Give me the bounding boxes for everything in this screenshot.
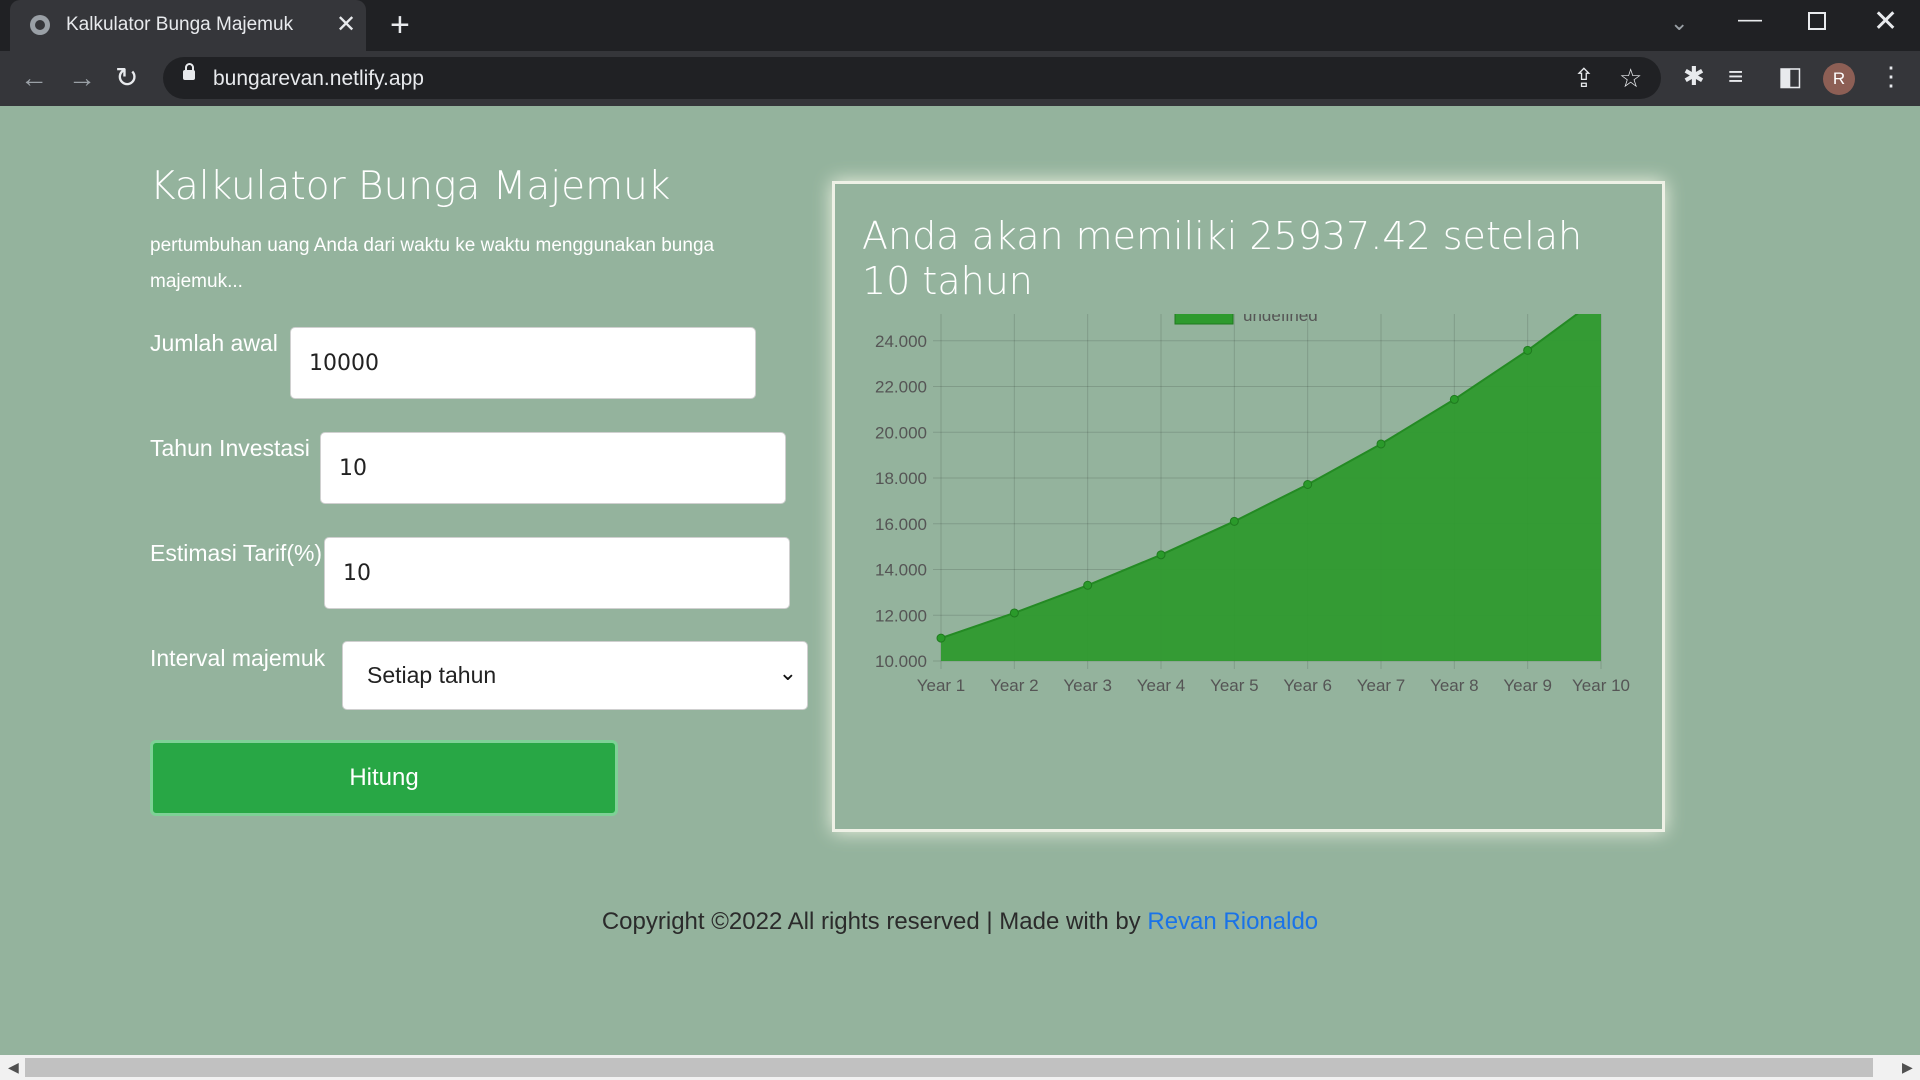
result-card: Anda akan memiliki 25937.42 setelah 10 t… — [832, 181, 1665, 832]
interval-selected-value: Setiap tahun — [367, 662, 497, 688]
rate-input[interactable]: 10 — [324, 537, 790, 609]
y-tick-label: 16.000 — [875, 515, 927, 534]
chevron-down-icon: ⌄ — [778, 660, 797, 685]
growth-chart: undefined26.00024.00022.00020.00018.0001… — [875, 314, 1630, 695]
rate-label: Estimasi Tarif(%) — [150, 540, 323, 566]
x-tick-label: Year 9 — [1503, 676, 1552, 695]
data-point — [1449, 394, 1459, 404]
x-tick-label: Year 8 — [1430, 676, 1479, 695]
star-icon[interactable]: ☆ — [1619, 63, 1642, 94]
horizontal-scrollbar[interactable]: ◀ ▶ — [0, 1055, 1920, 1080]
close-icon[interactable]: ✕ — [336, 10, 356, 40]
x-tick-label: Year 7 — [1357, 676, 1406, 695]
y-tick-label: 20.000 — [875, 423, 927, 442]
y-tick-label: 24.000 — [875, 332, 927, 351]
tab-strip: Kalkulator Bunga Majemuk ✕ + ⌄ — ✕ — [0, 0, 1920, 51]
page-subtitle: pertumbuhan uang Anda dari waktu ke wakt… — [150, 235, 715, 292]
interval-select[interactable]: Setiap tahun ⌄ — [342, 641, 808, 710]
result-text: Anda akan memiliki 25937.42 setelah 10 t… — [862, 214, 1583, 303]
minimize-icon[interactable]: — — [1738, 6, 1762, 34]
y-tick-label: 12.000 — [875, 606, 927, 625]
data-point — [1156, 550, 1166, 560]
share-icon[interactable]: ⇪ — [1573, 63, 1595, 94]
data-point — [1303, 480, 1313, 490]
y-tick-label: 22.000 — [875, 378, 927, 397]
x-tick-label: Year 2 — [990, 676, 1039, 695]
data-point — [1229, 516, 1239, 526]
legend-swatch — [1174, 314, 1234, 325]
footer-text: Copyright ©2022 All rights reserved | Ma… — [601, 908, 1148, 935]
x-tick-label: Year 4 — [1137, 676, 1186, 695]
sidepanel-icon[interactable]: ◧ — [1778, 61, 1803, 92]
footer: Copyright ©2022 All rights reserved | Ma… — [0, 908, 1920, 936]
principal-label: Jumlah awal — [150, 330, 278, 356]
reload-icon[interactable]: ↻ — [115, 59, 138, 97]
browser-toolbar: ← → ↻ bungarevan.netlify.app ⇪ ☆ ✱ ≡ ◧ R… — [0, 51, 1920, 106]
years-input[interactable]: 10 — [320, 432, 786, 504]
data-point — [1523, 345, 1533, 355]
menu-icon[interactable]: ⋮ — [1878, 61, 1904, 92]
scroll-thumb[interactable] — [25, 1058, 1873, 1077]
x-tick-label: Year 3 — [1063, 676, 1112, 695]
years-label: Tahun Investasi — [150, 435, 310, 461]
restore-icon[interactable] — [1808, 12, 1826, 30]
x-tick-label: Year 10 — [1572, 676, 1630, 695]
back-icon[interactable]: ← — [20, 59, 48, 97]
y-tick-label: 10.000 — [875, 652, 927, 671]
data-point — [1083, 580, 1093, 590]
plus-icon[interactable]: + — [390, 8, 410, 42]
tab-title: Kalkulator Bunga Majemuk — [66, 14, 294, 35]
author-link[interactable]: Revan Rionaldo — [1147, 908, 1318, 935]
principal-input[interactable]: 10000 — [290, 327, 756, 399]
scroll-left-icon[interactable]: ◀ — [8, 1059, 19, 1076]
y-tick-label: 18.000 — [875, 469, 927, 488]
url-text[interactable]: bungarevan.netlify.app — [213, 67, 424, 91]
forward-icon[interactable]: → — [68, 59, 96, 97]
page-title: Kalkulator Bunga Majemuk — [150, 164, 671, 209]
y-tick-label: 14.000 — [875, 561, 927, 580]
area-fill — [941, 314, 1601, 661]
active-tab[interactable]: Kalkulator Bunga Majemuk ✕ — [10, 0, 366, 51]
interval-label: Interval majemuk — [150, 645, 326, 671]
data-point — [936, 633, 946, 643]
puzzle-icon[interactable]: ✱ — [1683, 61, 1705, 92]
avatar[interactable]: R — [1823, 63, 1855, 95]
media-icon[interactable]: ≡ — [1728, 61, 1743, 92]
scroll-right-icon[interactable]: ▶ — [1902, 1059, 1913, 1076]
data-point — [1009, 608, 1019, 618]
window-close-icon[interactable]: ✕ — [1873, 4, 1898, 39]
address-bar[interactable]: bungarevan.netlify.app ⇪ ☆ — [163, 57, 1661, 99]
calculate-button[interactable]: Hitung — [150, 740, 618, 816]
legend-label: undefined — [1243, 314, 1318, 325]
x-tick-label: Year 1 — [917, 676, 966, 695]
globe-icon — [30, 15, 50, 35]
data-point — [1376, 439, 1386, 449]
x-tick-label: Year 5 — [1210, 676, 1259, 695]
chevron-down-icon[interactable]: ⌄ — [1670, 10, 1688, 36]
x-tick-label: Year 6 — [1283, 676, 1332, 695]
lock-icon — [183, 63, 195, 80]
